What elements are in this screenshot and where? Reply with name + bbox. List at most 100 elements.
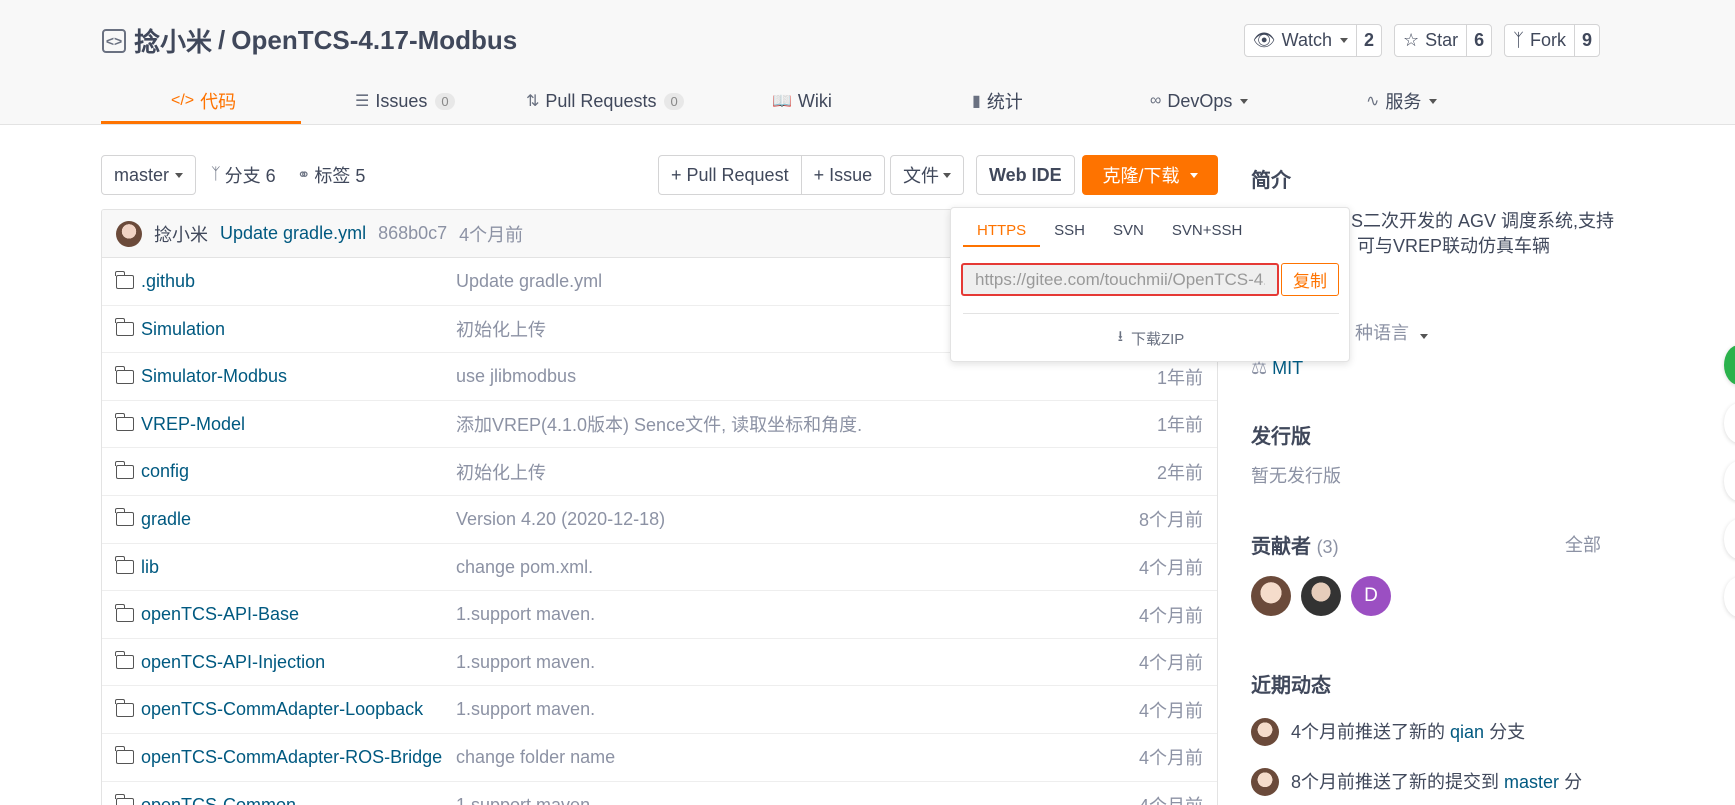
pull-requests-count-badge: 0 xyxy=(664,92,684,110)
file-name-link[interactable]: .github xyxy=(115,258,196,305)
avatar[interactable]: D xyxy=(1351,576,1391,616)
file-name-link[interactable]: Simulator-Modbus xyxy=(115,353,287,400)
watch-label: Watch xyxy=(1281,30,1332,50)
repo-name-link[interactable]: OpenTCS-4.17-Modbus xyxy=(231,25,517,56)
clone-download-button[interactable]: 克隆/下载 xyxy=(1082,155,1218,195)
folder-icon xyxy=(115,413,134,432)
file-name: openTCS-CommAdapter-Loopback xyxy=(141,699,424,720)
file-commit-message[interactable]: 添加VREP(4.1.0版本) Sence文件, 读取坐标和角度. xyxy=(456,401,862,448)
star-button[interactable]: ☆ Star xyxy=(1395,25,1468,56)
activity-text: 8个月前推送了新的提交到 xyxy=(1291,772,1500,792)
tab-https[interactable]: HTTPS xyxy=(963,216,1041,247)
file-commit-message[interactable]: Update gradle.yml xyxy=(456,258,602,305)
web-ide-button[interactable]: Web IDE xyxy=(976,155,1075,195)
tab-services[interactable]: ∿ 服务 xyxy=(1366,78,1438,124)
file-name-link[interactable]: config xyxy=(115,448,189,495)
folder-icon xyxy=(115,460,134,479)
file-commit-message[interactable]: 1.support maven. xyxy=(456,782,595,805)
activity-branch-link[interactable]: qian xyxy=(1450,722,1484,742)
file-name-link[interactable]: openTCS-API-Base xyxy=(115,591,299,638)
files-dropdown[interactable]: 文件 xyxy=(890,155,964,195)
download-zip-link[interactable]: ⭳ 下载ZIP xyxy=(951,326,1351,351)
file-commit-message[interactable]: 初始化上传 xyxy=(456,448,546,495)
tab-pull-requests[interactable]: ⇅ Pull Requests 0 xyxy=(526,78,684,124)
floating-help-button[interactable] xyxy=(1724,345,1735,385)
file-name-link[interactable]: lib xyxy=(115,544,159,591)
license-link[interactable]: ⚖ MIT xyxy=(1251,356,1303,381)
floating-button[interactable] xyxy=(1724,461,1735,501)
new-pull-request-button[interactable]: + Pull Request xyxy=(659,156,802,194)
file-commit-message[interactable]: 1.support maven. xyxy=(456,639,595,686)
file-name-link[interactable]: openTCS-CommAdapter-Loopback xyxy=(115,686,424,733)
avatar[interactable] xyxy=(1251,576,1291,616)
repo-separator: / xyxy=(218,25,226,55)
avatar[interactable] xyxy=(116,220,142,247)
releases-empty-text: 暂无发行版 xyxy=(1251,466,1341,486)
avatar[interactable] xyxy=(1251,718,1279,746)
star-count[interactable]: 6 xyxy=(1467,25,1491,56)
releases-title: 发行版 xyxy=(1251,426,1311,448)
fork-icon: ᛉ xyxy=(1513,30,1524,50)
file-commit-message[interactable]: change folder name xyxy=(456,734,615,781)
chevron-down-icon xyxy=(1240,98,1249,104)
file-commit-message[interactable]: change pom.xml. xyxy=(456,544,593,591)
branches-link[interactable]: ᛉ 分支 6 xyxy=(211,155,276,195)
file-name-link[interactable]: openTCS-CommAdapter-ROS-Bridge xyxy=(115,734,442,781)
file-name-link[interactable]: Simulation xyxy=(115,306,225,353)
folder-icon xyxy=(115,651,134,670)
activity-text: 分 xyxy=(1564,772,1583,792)
activity-item: 8个月前推送了新的提交到 master 分 xyxy=(1291,770,1582,795)
branch-select[interactable]: master xyxy=(101,155,197,195)
activity-branch-link[interactable]: master xyxy=(1504,772,1559,792)
file-name-link[interactable]: VREP-Model xyxy=(115,401,245,448)
file-commit-message[interactable]: 1.support maven. xyxy=(456,591,595,638)
tab-devops[interactable]: ∞ DevOps xyxy=(1150,78,1249,124)
file-commit-message[interactable]: 初始化上传 xyxy=(456,306,546,353)
tab-code[interactable]: </> 代码 xyxy=(171,78,236,124)
file-commit-message[interactable]: use jlibmodbus xyxy=(456,353,576,400)
contributors-count: (3) xyxy=(1316,537,1339,557)
avatar[interactable] xyxy=(1301,576,1341,616)
file-commit-time: 4个月前 xyxy=(1138,748,1203,769)
languages-dropdown[interactable]: 种语言 xyxy=(1355,321,1429,346)
file-commit-message[interactable]: Version 4.20 (2020-12-18) xyxy=(456,496,665,543)
contributors-all-link[interactable]: 全部 xyxy=(1565,531,1601,557)
commit-author[interactable]: 捻小米 xyxy=(154,221,208,247)
table-row: VREP-Model 添加VREP(4.1.0版本) Sence文件, 读取坐标和… xyxy=(102,401,1217,449)
chevron-down-icon xyxy=(943,172,951,178)
fork-button[interactable]: ᛉ Fork xyxy=(1505,25,1575,56)
commit-message[interactable]: Update gradle.yml xyxy=(220,223,366,244)
license-label: MIT xyxy=(1272,358,1304,378)
file-name: .github xyxy=(141,271,196,291)
tab-stats[interactable]: ▮ 统计 xyxy=(972,78,1023,124)
repo-tabs: </> 代码 ☰ Issues 0 ⇅ Pull Requests 0 📖 Wi… xyxy=(101,78,1601,125)
floating-button[interactable] xyxy=(1724,403,1735,443)
tab-issues[interactable]: ☰ Issues 0 xyxy=(355,78,455,124)
new-issue-button[interactable]: + Issue xyxy=(802,156,885,194)
table-row: config 初始化上传 2年前 xyxy=(102,448,1217,496)
file-name-link[interactable]: openTCS-API-Injection xyxy=(115,639,325,686)
clone-url-input[interactable] xyxy=(961,263,1279,296)
tab-svn-ssh[interactable]: SVN+SSH xyxy=(1158,216,1256,247)
fork-count[interactable]: 9 xyxy=(1575,25,1599,56)
watch-count[interactable]: 2 xyxy=(1357,25,1381,56)
commit-sha[interactable]: 868b0c7 xyxy=(378,223,447,244)
avatar[interactable] xyxy=(1251,768,1279,796)
file-commit-time: 4个月前 xyxy=(1138,605,1203,626)
tab-svn[interactable]: SVN xyxy=(1099,216,1158,247)
contributors-title: 贡献者 (3) xyxy=(1251,530,1339,559)
clone-protocol-tabs: HTTPS SSH SVN SVN+SSH xyxy=(963,216,1256,247)
floating-button[interactable] xyxy=(1724,519,1735,559)
file-commit-message[interactable]: 1.support maven. xyxy=(456,686,595,733)
tags-link[interactable]: ⚭ 标签 5 xyxy=(297,155,365,195)
repo-owner-link[interactable]: 捻小米 xyxy=(134,22,212,59)
folder-icon xyxy=(115,556,134,575)
floating-button[interactable] xyxy=(1724,577,1735,617)
tab-ssh[interactable]: SSH xyxy=(1040,216,1099,247)
copy-button[interactable]: 复制 xyxy=(1281,263,1339,296)
tab-wiki[interactable]: 📖 Wiki xyxy=(772,78,832,124)
file-name: openTCS-Common xyxy=(141,794,297,805)
file-name-link[interactable]: openTCS-Common xyxy=(115,782,297,805)
watch-button[interactable]: 👁 Watch xyxy=(1245,25,1357,56)
file-name-link[interactable]: gradle xyxy=(115,496,191,543)
